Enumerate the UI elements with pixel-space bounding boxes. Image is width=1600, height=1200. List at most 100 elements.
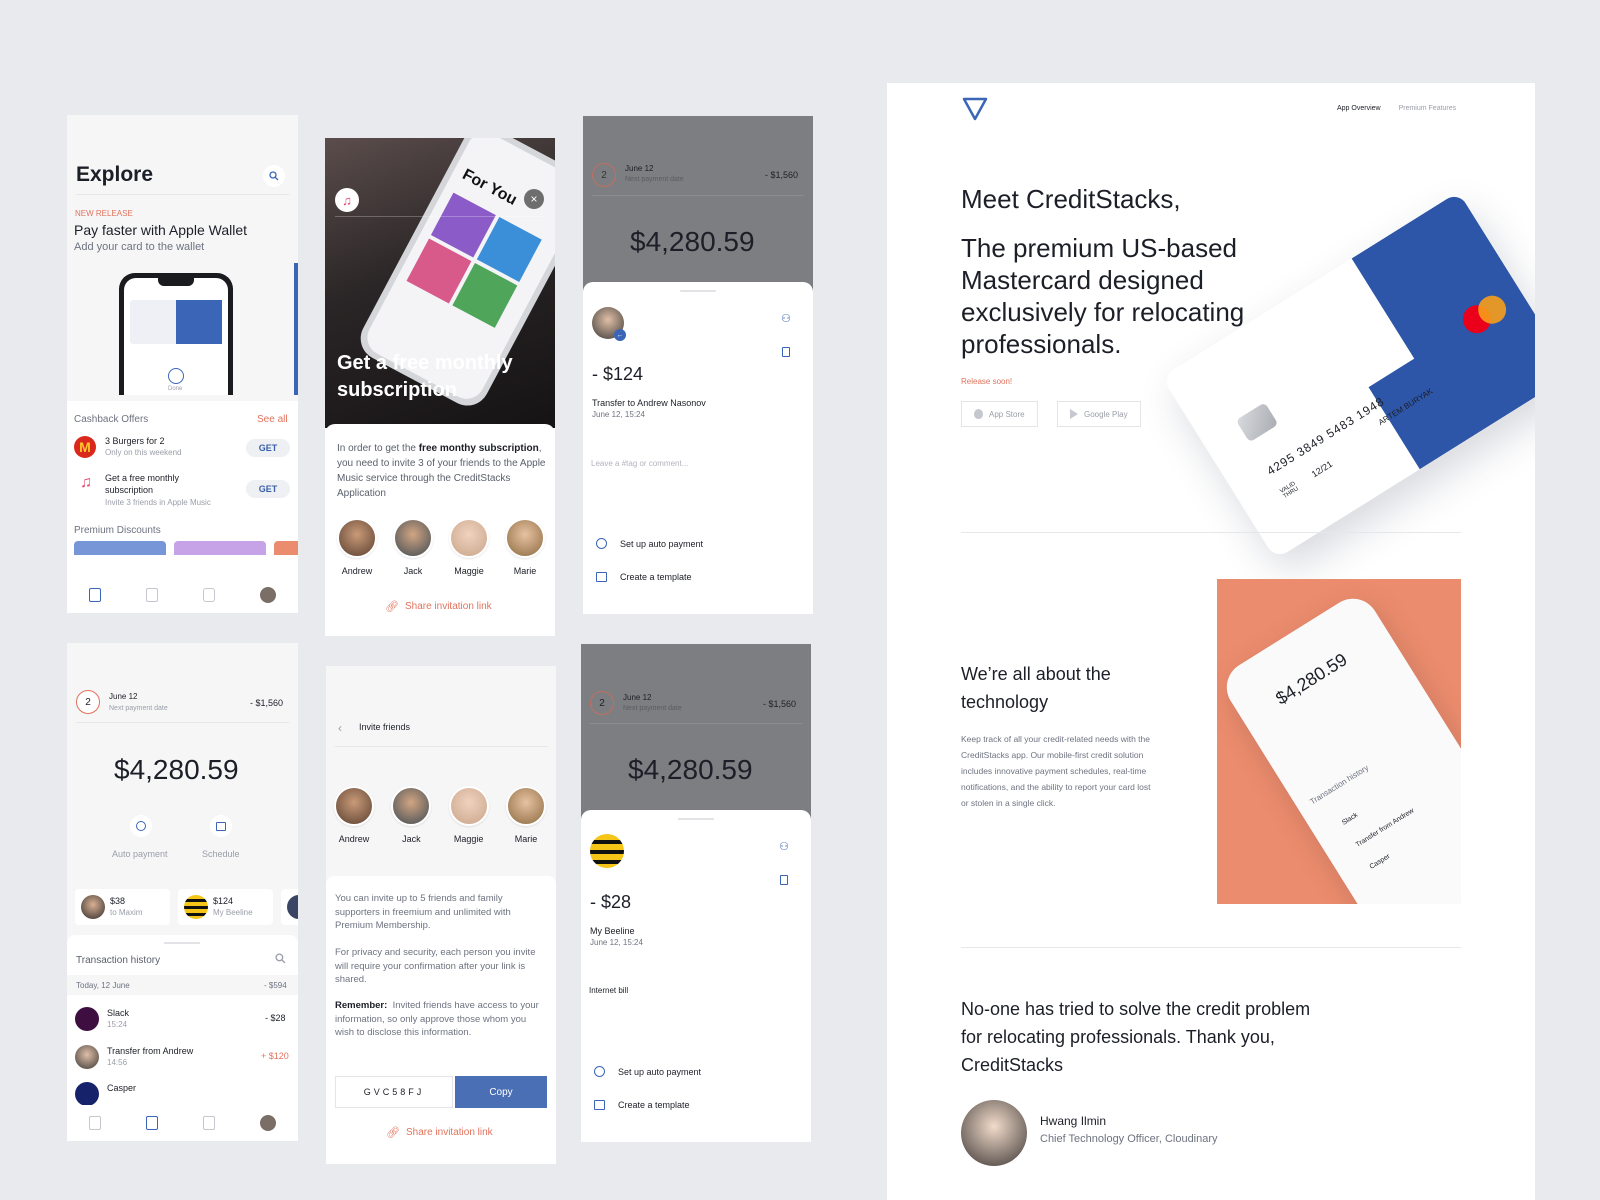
hero-title: Get a free monthly subscription [337,352,513,401]
wallet-tab-icon[interactable] [146,588,159,602]
next-promo-peek[interactable] [294,263,298,395]
share-link[interactable]: 🔗︎ Share invitation link [385,600,492,613]
share-label: Share invitation link [404,601,492,612]
promo-title[interactable]: Pay faster with Apple Wallet [74,222,247,238]
app-store-button[interactable]: App Store [961,401,1038,427]
see-all-link[interactable]: See all [257,414,288,425]
friend-item[interactable]: Jack [389,518,437,576]
get-button[interactable]: GET [246,480,290,498]
nav-app-overview[interactable]: App Overview [1337,105,1381,112]
transaction-row[interactable]: Casper [75,1080,290,1106]
auto-payment-icon[interactable] [130,815,152,837]
profile-avatar[interactable] [259,587,276,603]
close-icon[interactable]: × [524,189,544,209]
search-icon[interactable] [263,165,285,187]
people-icon[interactable]: ⚇ [776,308,796,328]
quick-transfer-card[interactable]: $38 to Maxim [75,889,170,925]
payment-date-label: Next payment date [623,705,682,712]
explore-screen: Explore NEW RELEASE Pay faster with Appl… [67,115,298,613]
landing-page: App Overview Premium Features Meet Credi… [887,83,1535,1200]
chat-tab-icon[interactable] [202,588,215,602]
friend-item[interactable]: Jack [387,786,435,844]
friend-item[interactable]: Andrew [333,518,381,576]
tab-bar [67,1105,298,1141]
friend-name: Maggie [454,566,484,576]
logo-icon[interactable] [962,97,988,126]
section-body: Keep track of all your credit-related ne… [961,734,1151,808]
nav-premium-features[interactable]: Premium Features [1399,105,1457,112]
friend-item[interactable]: Marie [502,786,550,844]
showcase-history: Transaction history [1308,763,1371,807]
friend-item[interactable]: Maggie [445,786,493,844]
friend-item[interactable]: Marie [501,518,549,576]
people-icon[interactable]: ⚇ [774,836,794,856]
chat-tab-icon[interactable] [202,1116,215,1130]
offer-item[interactable]: M 3 Burgers for 2 Only on this weekend G… [74,434,290,462]
auto-payment-label: Auto payment [112,849,168,859]
showcase-row: Slack [1341,811,1360,827]
payment-count-badge: 2 [590,691,614,715]
quick-transfer-card[interactable] [281,889,298,925]
transaction-time: 14:56 [107,1058,128,1067]
quick-recipient: My Beeline [213,908,253,917]
schedule-icon[interactable] [210,815,232,837]
friend-name: Jack [403,566,423,576]
phone-done-label: Done [168,386,183,392]
payment-date: June 12 [623,693,652,702]
payment-date-label: Next payment date [625,176,684,183]
payment-due: - $1,560 [763,699,797,709]
schedule-label: Schedule [202,849,240,859]
payment-date-label: Next payment date [109,705,168,712]
transaction-row[interactable]: Slack 15:24 - $28 [75,1005,290,1033]
back-chevron-icon[interactable]: ‹ [338,721,342,735]
merchant-date: June 12, 15:24 [590,938,643,947]
discount-tile[interactable] [74,541,166,555]
discount-tile[interactable] [174,541,266,555]
friend-item[interactable]: Maggie [445,518,493,576]
google-play-button[interactable]: Google Play [1057,401,1141,427]
invite-code: GVC58FJ [335,1076,453,1108]
copy-button[interactable]: Copy [455,1076,547,1108]
profile-avatar[interactable] [259,1115,276,1131]
contact-avatar [75,1045,99,1069]
quick-transfer-card[interactable]: $124 My Beeline [178,889,273,925]
offer-title: 3 Burgers for 2 [105,436,165,446]
friend-name: Andrew [341,566,373,576]
quick-amount: $124 [213,896,234,906]
bill-amount: - $28 [590,892,632,912]
remember-label: Remember: [335,1000,388,1011]
beeline-icon [590,834,624,868]
transaction-amount: - $28 [265,1013,286,1023]
receipt-icon[interactable] [776,342,796,362]
wallet-tab-icon[interactable] [146,1116,159,1130]
template-action[interactable]: Create a template [596,572,692,582]
cards-tab-icon[interactable] [89,1116,102,1130]
remember-note: Remember: Invited friends have access to… [335,999,545,1040]
payment-due: - $1,560 [765,170,799,180]
template-action[interactable]: Create a template [594,1100,690,1110]
payment-count-badge: 2 [592,163,616,187]
auto-payment-action[interactable]: Set up auto payment [596,538,703,549]
search-icon[interactable] [275,953,286,964]
friend-item[interactable]: Andrew [330,786,378,844]
offer-item[interactable]: ♫ Get a free monthly subscription Invite… [74,471,290,509]
get-button[interactable]: GET [246,439,290,457]
discount-tile[interactable] [274,541,298,555]
bill-note[interactable]: Internet bill [589,986,628,995]
dashboard-screen: 2 June 12 Next payment date - $1,560 $4,… [67,643,298,1141]
comment-input[interactable]: Leave a #tag or comment... [591,459,688,468]
share-link[interactable]: 🔗︎ Share invitation link [386,1126,493,1139]
offer-subtitle: Only on this weekend [105,448,182,457]
balance: $4,280.59 [630,226,755,257]
discounts-title: Premium Discounts [74,525,161,536]
link-icon: 🔗︎ [386,1127,400,1139]
receipt-icon[interactable] [774,870,794,890]
apple-icon [974,409,983,419]
friends-row: Andrew Jack Maggie Marie [330,786,550,844]
transaction-row[interactable]: Transfer from Andrew 14:56 + $120 [75,1043,290,1071]
music-note-icon: ♫ [80,474,92,491]
showcase-balance: $4,280.59 [1272,649,1351,709]
auto-payment-action[interactable]: Set up auto payment [594,1066,701,1077]
cards-tab-icon[interactable] [89,588,102,602]
transaction-name: Casper [107,1083,137,1093]
